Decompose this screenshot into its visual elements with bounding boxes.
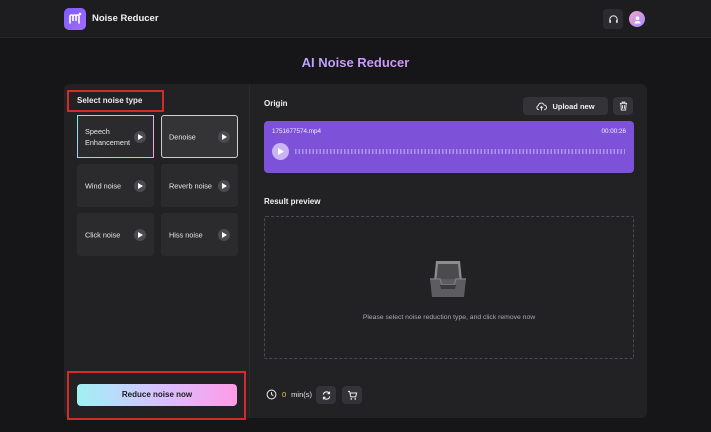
top-bar: Noise Reducer	[0, 0, 711, 38]
select-noise-type-label: Select noise type	[67, 90, 164, 112]
reduce-noise-button[interactable]: Reduce noise now	[77, 384, 237, 406]
noise-type-hiss[interactable]: Hiss noise	[161, 213, 238, 256]
play-icon[interactable]	[218, 179, 230, 192]
noise-type-denoise[interactable]: Denoise	[161, 115, 238, 158]
app-logo-icon[interactable]	[64, 8, 86, 30]
app-name: Noise Reducer	[92, 13, 159, 24]
refresh-icon	[322, 390, 330, 400]
user-avatar-icon[interactable]	[629, 11, 645, 27]
noise-type-label: Reverb noise	[169, 181, 212, 190]
audio-duration: 00:00:26	[601, 128, 626, 135]
noise-type-label: Hiss noise	[169, 230, 203, 239]
play-icon[interactable]	[134, 179, 146, 192]
credits-value: 0	[282, 390, 287, 399]
noise-type-label: Speech Enhancement	[85, 126, 131, 147]
credits-unit: min(s)	[291, 390, 313, 399]
page-title: AI Noise Reducer	[0, 55, 711, 70]
play-icon[interactable]	[218, 228, 230, 241]
result-preview-label: Result preview	[264, 197, 321, 206]
result-hint-text: Please select noise reduction type, and …	[362, 314, 536, 321]
cloud-upload-icon	[536, 102, 548, 111]
refresh-button[interactable]	[316, 386, 336, 404]
result-preview-area: Please select noise reduction type, and …	[264, 216, 634, 359]
cart-icon	[347, 390, 357, 400]
play-icon	[277, 148, 284, 155]
headset-plugin-button[interactable]	[603, 9, 623, 29]
empty-tray-icon	[430, 261, 466, 297]
noise-type-click[interactable]: Click noise	[77, 213, 154, 256]
play-icon[interactable]	[134, 130, 146, 143]
credits-indicator: 0 min(s)	[266, 389, 312, 400]
play-icon[interactable]	[218, 130, 230, 143]
audio-waveform[interactable]	[295, 149, 625, 154]
trash-icon	[619, 101, 627, 111]
noise-type-label: Click noise	[85, 230, 121, 239]
noise-type-reverb[interactable]: Reverb noise	[161, 164, 238, 207]
play-icon[interactable]	[134, 228, 146, 241]
noise-type-wind[interactable]: Wind noise	[77, 164, 154, 207]
reduce-noise-highlight: Reduce noise now	[67, 371, 246, 420]
headset-plugin-icon	[608, 14, 618, 23]
upload-new-button[interactable]: Upload new	[523, 97, 608, 115]
origin-label: Origin	[264, 99, 288, 108]
origin-audio-player: 1751677574.mp4 00:00:26	[264, 121, 634, 173]
upload-new-label: Upload new	[552, 101, 595, 111]
noise-type-label: Denoise	[169, 132, 196, 141]
clock-icon	[266, 389, 277, 400]
file-name: 1751677574.mp4	[272, 128, 322, 135]
noise-type-label: Wind noise	[85, 181, 122, 190]
cart-button[interactable]	[342, 386, 362, 404]
noise-type-speech-enhancement[interactable]: Speech Enhancement	[77, 115, 154, 158]
audio-play-button[interactable]	[272, 143, 289, 160]
delete-button[interactable]	[613, 97, 633, 115]
